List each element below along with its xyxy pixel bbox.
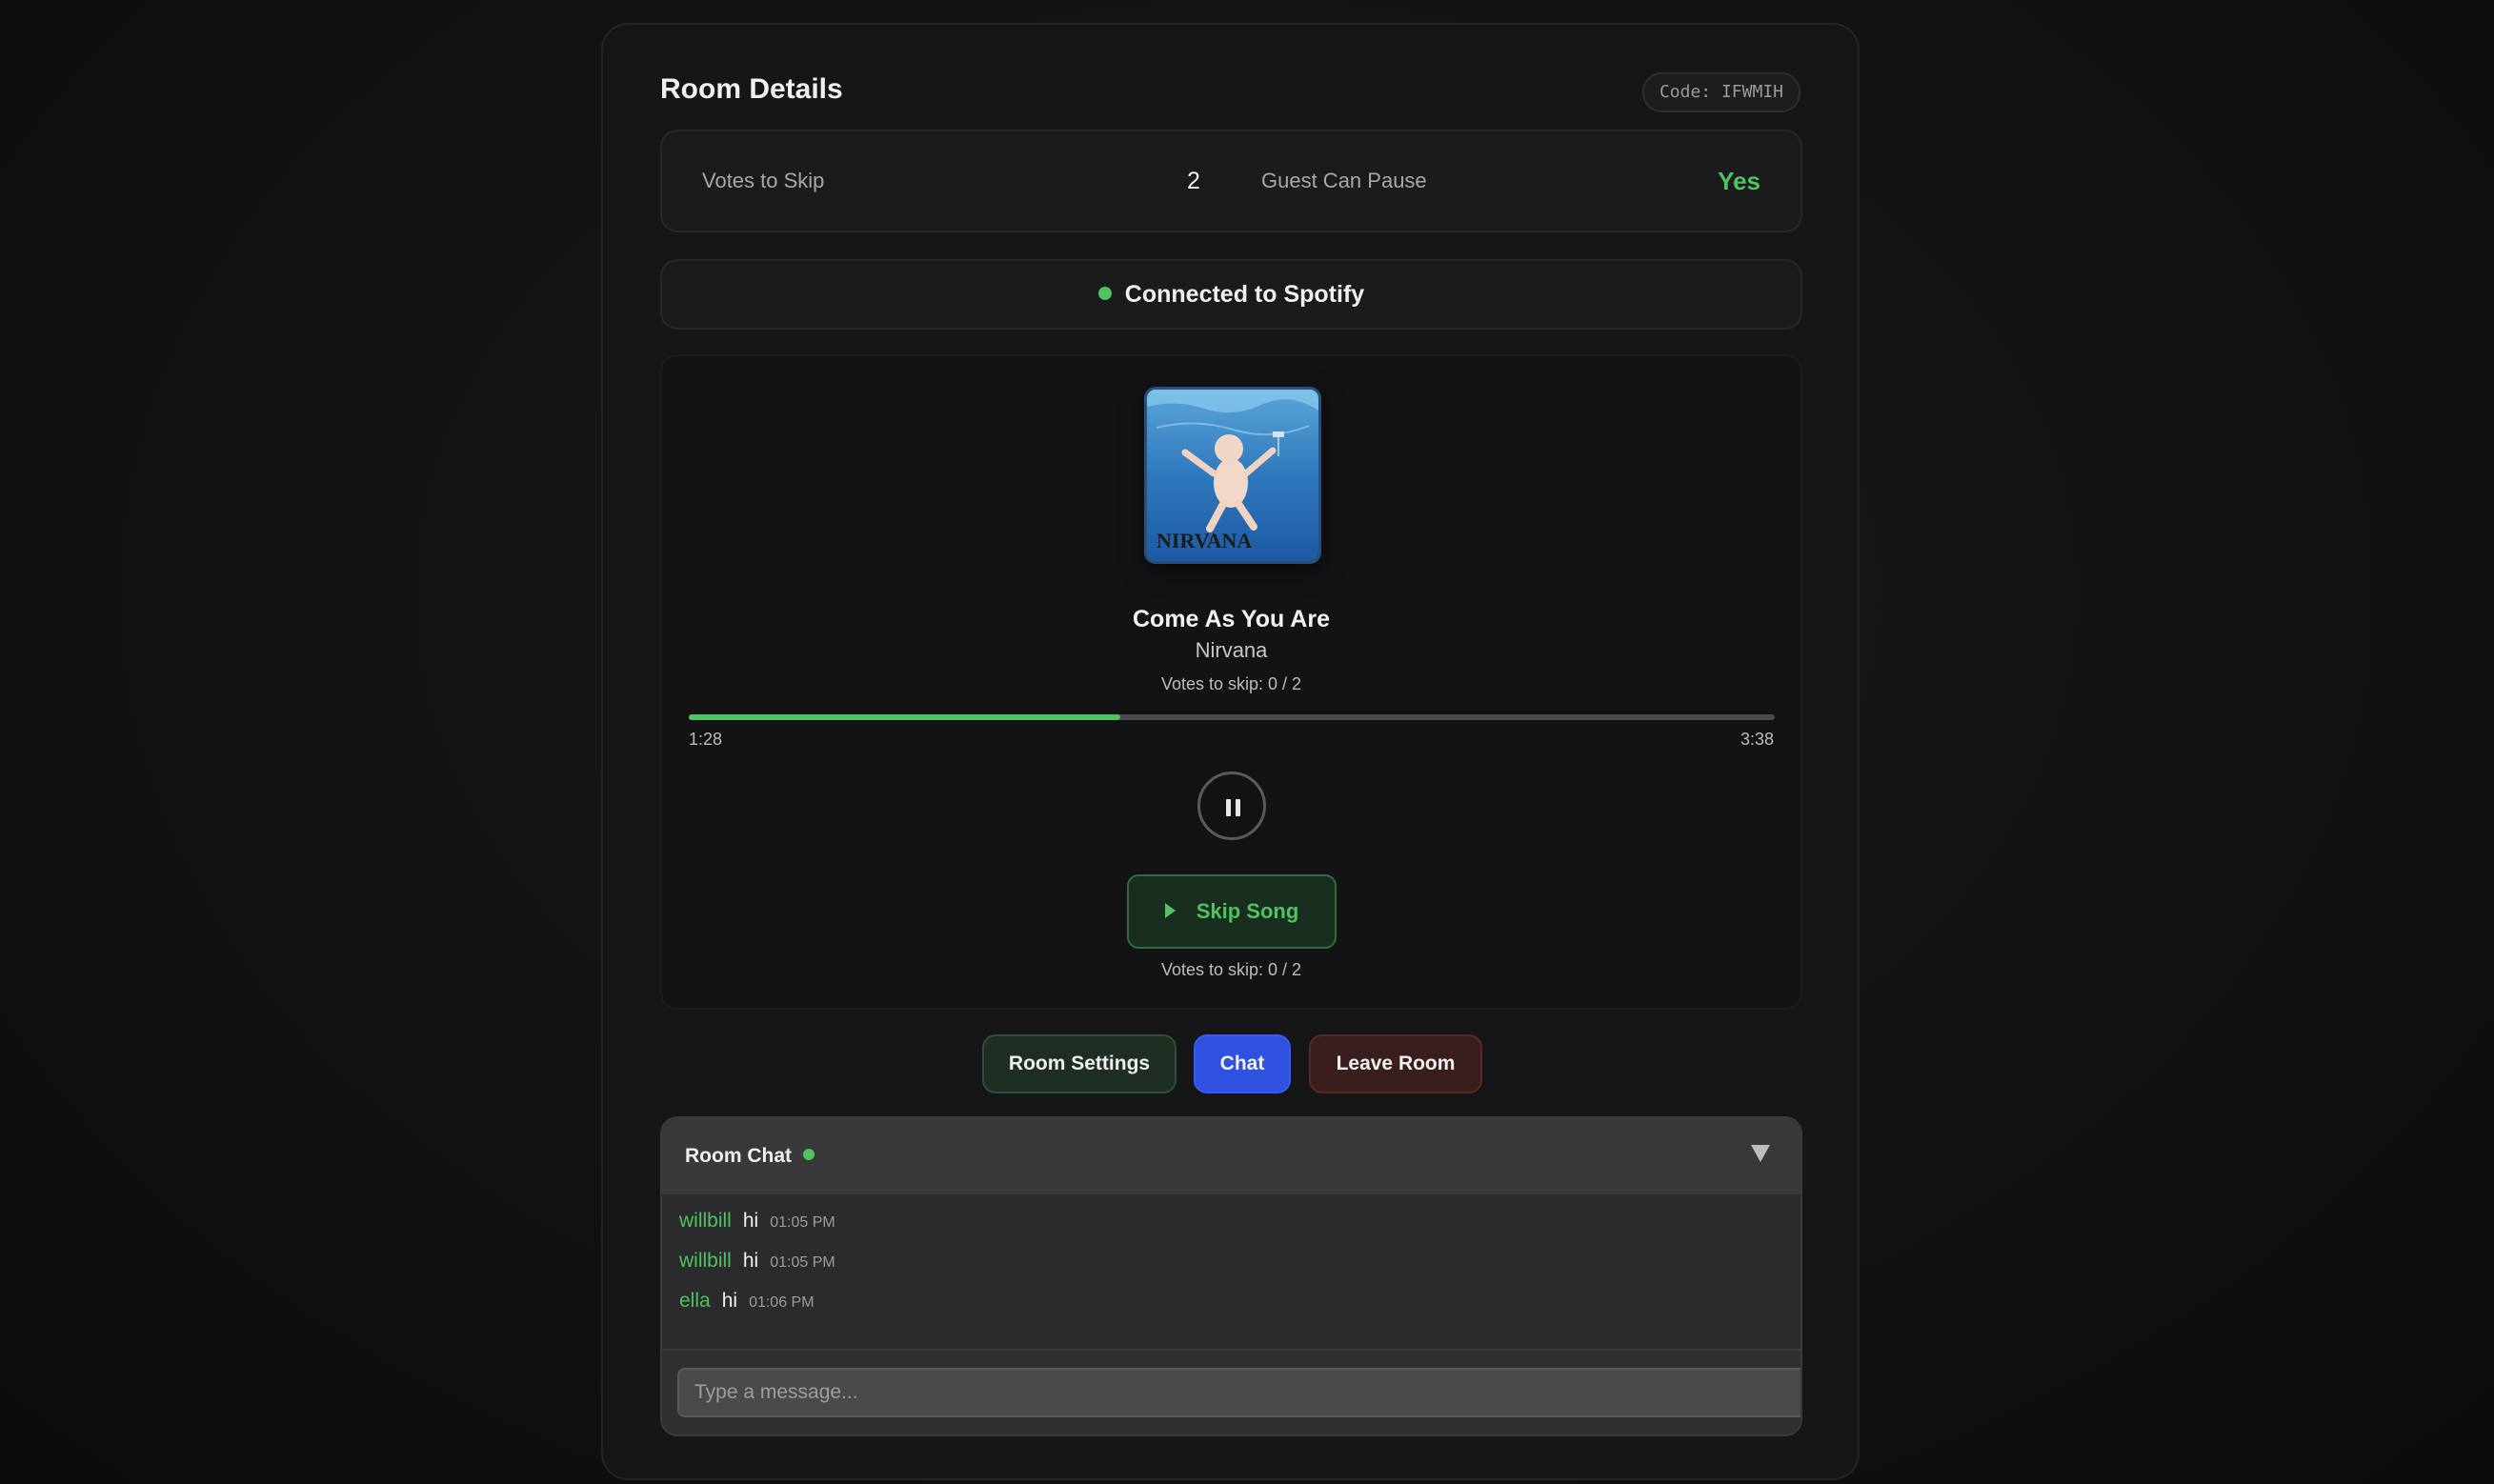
music-player: NIRVANA Come As You Are Nirvana Votes to…	[660, 354, 1802, 1010]
artist-name: Nirvana	[1195, 638, 1268, 662]
skip-song-label: Skip Song	[1196, 899, 1299, 923]
room-chat-panel: Room Chat willbill hi 01:05 PM willbill hi 0…	[660, 1116, 1802, 1436]
progress-fill	[689, 714, 1120, 720]
message-user: ella	[679, 1290, 711, 1312]
votes-to-skip-footer: Votes to skip: 0 / 2	[1160, 960, 1302, 979]
guest-can-pause-value: Yes	[1718, 167, 1760, 195]
room-header: Room Details Code: IFWMIH	[660, 67, 1800, 112]
room-settings-button[interactable]: Room Settings	[982, 1034, 1177, 1093]
room-stats: Votes to Skip 2 Guest Can Pause Yes	[660, 130, 1802, 232]
status-text: Connected to Spotify	[1124, 281, 1365, 308]
message-time: 01:06 PM	[749, 1294, 815, 1311]
message-time: 01:05 PM	[770, 1214, 835, 1231]
message-time: 01:05 PM	[770, 1254, 835, 1271]
page-title: Room Details	[660, 73, 843, 105]
room-card: Room Details Code: IFWMIH Votes to Skip …	[601, 23, 1860, 1480]
album-logo-text: NIRVANA	[1156, 529, 1252, 552]
chat-message: willbill hi 01:05 PM	[679, 1250, 835, 1273]
elapsed-time: 1:28	[689, 730, 723, 749]
pause-button[interactable]	[1197, 772, 1266, 840]
triangle-down-icon[interactable]	[1751, 1145, 1770, 1162]
chat-button[interactable]: Chat	[1194, 1034, 1291, 1093]
message-text: hi	[742, 1250, 759, 1272]
song-title: Come As You Are	[1133, 606, 1330, 632]
duration-time: 3:38	[1740, 730, 1774, 749]
message-user: willbill	[679, 1250, 732, 1272]
room-code-badge: Code: IFWMIH	[1641, 72, 1800, 112]
message-text: hi	[742, 1210, 759, 1232]
skip-song-button[interactable]: Skip Song	[1127, 874, 1337, 949]
online-dot-icon	[803, 1149, 815, 1161]
message-user: willbill	[679, 1210, 732, 1232]
spotify-status: Connected to Spotify	[660, 259, 1802, 330]
album-cover: NIRVANA	[1144, 387, 1321, 564]
pause-icon	[1226, 799, 1231, 816]
progress-bar[interactable]	[689, 714, 1775, 720]
chat-message: willbill hi 01:05 PM	[679, 1210, 835, 1233]
leave-room-button[interactable]: Leave Room	[1309, 1034, 1482, 1093]
play-icon	[1164, 903, 1176, 919]
votes-to-skip-status: Votes to skip: 0 / 2	[1160, 674, 1302, 693]
chat-message: ella hi 01:06 PM	[679, 1290, 815, 1313]
chat-message-input[interactable]	[677, 1368, 1800, 1417]
message-text: hi	[721, 1290, 738, 1312]
status-dot-icon	[1097, 287, 1112, 301]
guest-can-pause-label: Guest Can Pause	[1261, 169, 1427, 192]
chat-header[interactable]: Room Chat	[662, 1118, 1800, 1194]
album-art: NIRVANA	[1147, 390, 1318, 561]
chat-title: Room Chat	[685, 1145, 792, 1167]
votes-to-skip-value: 2	[1187, 168, 1200, 194]
votes-to-skip-label: Votes to Skip	[702, 169, 825, 192]
chat-input-area	[662, 1349, 1800, 1434]
